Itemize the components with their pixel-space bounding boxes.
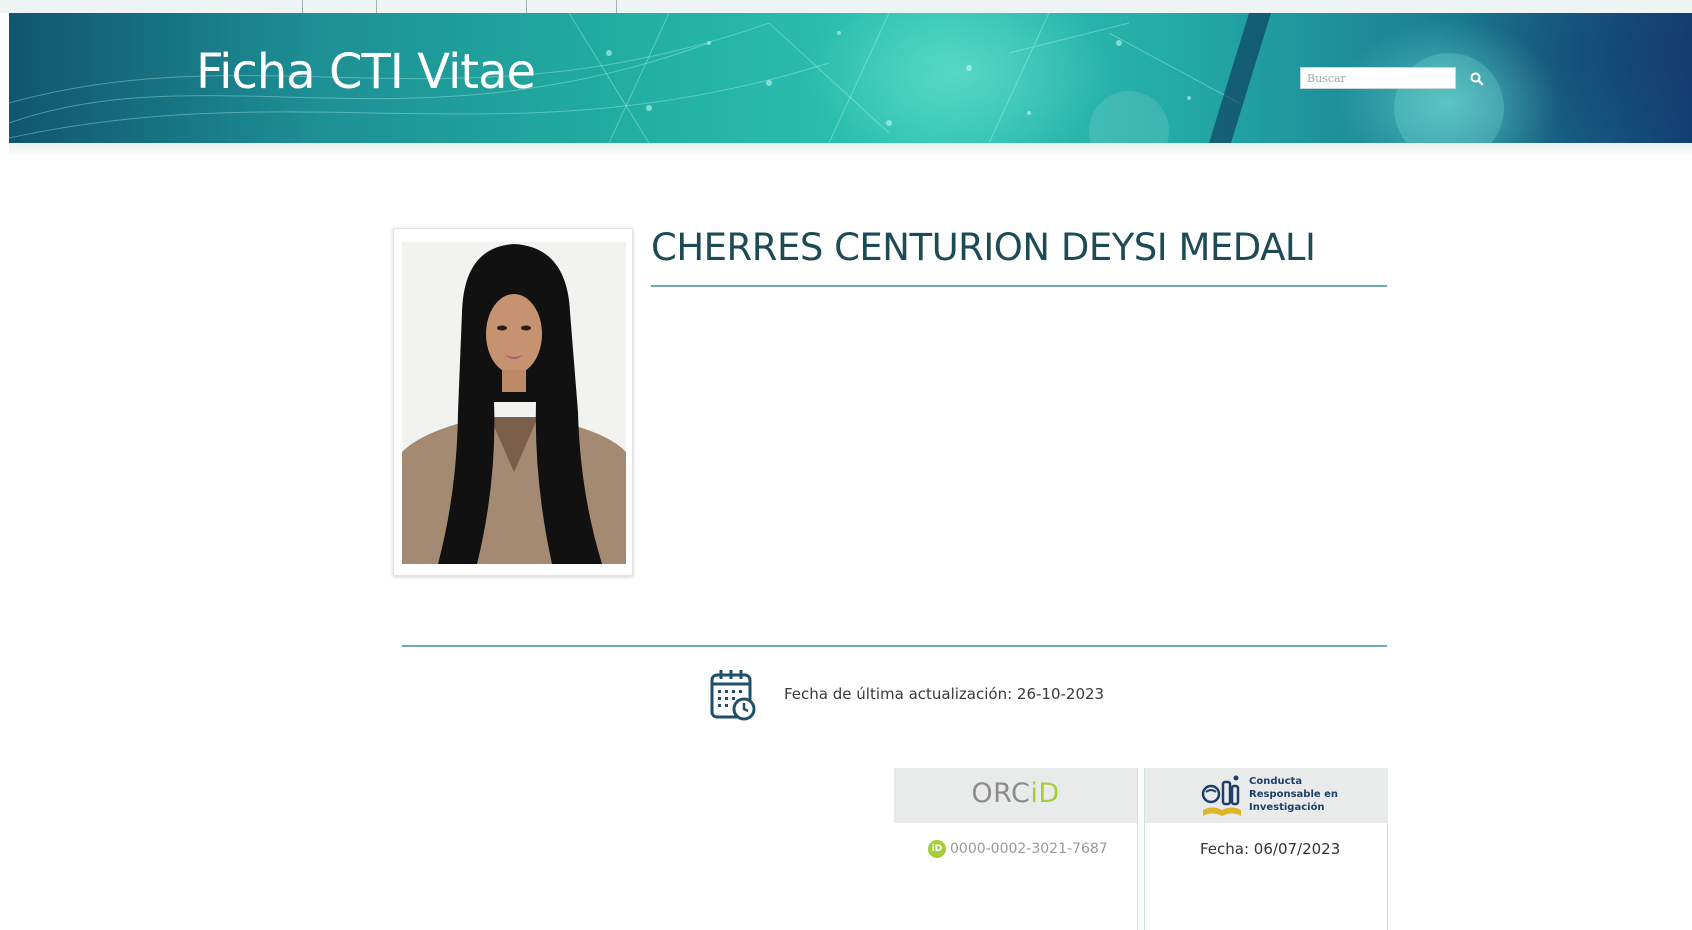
nav-separator bbox=[616, 0, 617, 13]
orcid-card: ORCiD iD 0000-0002-3021-7687 bbox=[894, 768, 1138, 930]
orcid-logo-suffix: iD bbox=[1030, 778, 1060, 809]
conduct-card: Conducta Responsable en Investigación Fe… bbox=[1144, 768, 1388, 930]
research-conduct-icon bbox=[1201, 775, 1241, 816]
portrait-illustration bbox=[402, 242, 626, 564]
name-divider bbox=[651, 285, 1387, 287]
nav-separator bbox=[302, 0, 303, 13]
search-input[interactable] bbox=[1300, 67, 1456, 89]
conduct-header: Conducta Responsable en Investigación bbox=[1145, 768, 1388, 823]
conduct-label-line: Responsable en bbox=[1249, 789, 1339, 800]
last-update-text: Fecha de última actualización: 26-10-202… bbox=[784, 685, 1105, 703]
nav-separator bbox=[526, 0, 527, 13]
section-divider bbox=[402, 645, 1387, 647]
profile-photo bbox=[402, 242, 626, 564]
person-name: CHERRES CENTURION DEYSI MEDALI bbox=[651, 226, 1316, 269]
calendar-clock-icon bbox=[709, 669, 757, 721]
orcid-logo: ORCiD bbox=[894, 778, 1137, 809]
profile-photo-frame bbox=[393, 228, 633, 576]
search-icon bbox=[1470, 72, 1484, 86]
orcid-logo-prefix: ORC bbox=[971, 778, 1031, 809]
orcid-id-link[interactable]: 0000-0002-3021-7687 bbox=[950, 841, 1108, 857]
site-title: Ficha CTI Vitae bbox=[196, 44, 536, 100]
search-button[interactable] bbox=[1466, 68, 1488, 90]
conduct-label-line: Conducta bbox=[1249, 776, 1303, 787]
banner-shadow bbox=[9, 143, 1692, 157]
orcid-badge-icon: iD bbox=[928, 840, 946, 858]
top-nav-strip bbox=[0, 0, 1692, 13]
nav-separator bbox=[376, 0, 377, 13]
orcid-header: ORCiD bbox=[894, 768, 1137, 823]
conduct-date: Fecha: 06/07/2023 bbox=[1200, 840, 1341, 858]
orcid-id-row[interactable]: iD 0000-0002-3021-7687 bbox=[928, 840, 1108, 858]
conduct-label: Conducta Responsable en Investigación bbox=[1249, 775, 1349, 814]
conduct-label-line: Investigación bbox=[1249, 802, 1325, 813]
